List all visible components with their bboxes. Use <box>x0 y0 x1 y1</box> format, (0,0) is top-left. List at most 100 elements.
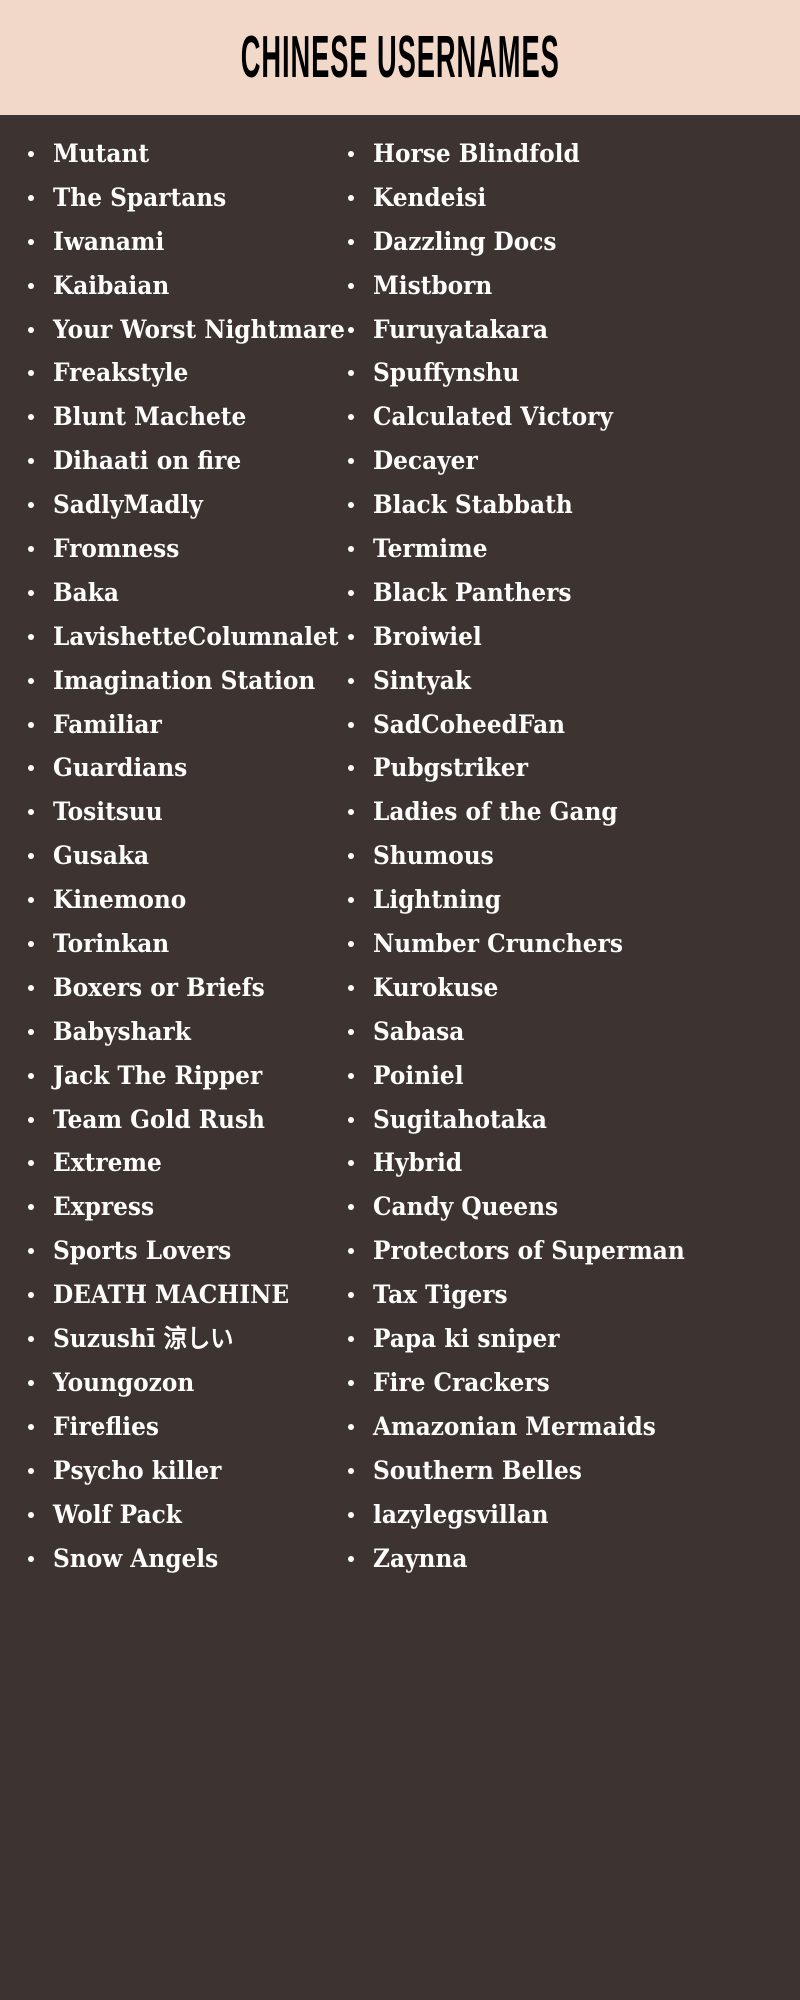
username-column-right: Horse Blindfold Kendeisi Dazzling Docs Mist… <box>332 132 800 2000</box>
list-item[interactable]: Ladies of the Gang <box>342 790 800 834</box>
list-item[interactable]: Dazzling Docs <box>342 220 800 264</box>
list-item[interactable]: Wolf Pack <box>22 1493 332 1537</box>
list-item[interactable]: Babyshark <box>22 1010 332 1054</box>
list-item[interactable]: Calculated Victory <box>342 395 800 439</box>
list-item[interactable]: Guardians <box>22 746 332 790</box>
username-label: Spuffynshu <box>373 358 520 388</box>
list-item[interactable]: Fireflies <box>22 1405 332 1449</box>
list-item[interactable]: Freakstyle <box>22 351 332 395</box>
list-item[interactable]: Jack The Ripper <box>22 1054 332 1098</box>
list-item[interactable]: Blunt Machete <box>22 395 332 439</box>
list-item[interactable]: Broiwiel <box>342 615 800 659</box>
list-item[interactable]: Pubgstriker <box>342 746 800 790</box>
username-label: Kurokuse <box>373 972 499 1002</box>
list-item[interactable]: Psycho killer <box>22 1449 332 1493</box>
list-item[interactable]: Sabasa <box>342 1010 800 1054</box>
list-item[interactable]: Poiniel <box>342 1054 800 1098</box>
list-item[interactable]: Dihaati on fire <box>22 439 332 483</box>
list-item[interactable]: Fire Crackers <box>342 1361 800 1405</box>
username-label: Baka <box>53 577 119 607</box>
bullet-icon <box>28 151 34 157</box>
list-item[interactable]: The Spartans <box>22 176 332 220</box>
list-item[interactable]: SadlyMadly <box>22 483 332 527</box>
list-item[interactable]: Horse Blindfold <box>342 132 800 176</box>
list-item[interactable]: Zaynna <box>342 1537 800 1581</box>
list-item[interactable]: Youngozon <box>22 1361 332 1405</box>
list-item[interactable]: Sports Lovers <box>22 1229 332 1273</box>
bullet-icon <box>28 458 34 465</box>
list-item[interactable]: Kaibaian <box>22 264 332 308</box>
list-item[interactable]: Baka <box>22 571 332 615</box>
bullet-icon <box>28 1511 34 1518</box>
list-item[interactable]: Your Worst Nightmare <box>22 308 345 352</box>
list-item[interactable]: Mistborn <box>342 264 800 308</box>
bullet-icon <box>348 1028 354 1035</box>
bullet-icon <box>348 853 354 860</box>
list-item[interactable]: Kinemono <box>22 878 332 922</box>
list-item[interactable]: Mutant <box>22 132 332 176</box>
list-item[interactable]: Protectors of Superman <box>342 1229 800 1273</box>
bullet-icon <box>28 1336 34 1343</box>
bullet-icon <box>28 765 34 772</box>
bullet-icon <box>28 414 34 421</box>
list-item[interactable]: Snow Angels <box>22 1537 332 1581</box>
list-item[interactable]: Sugitahotaka <box>342 1098 800 1142</box>
list-item[interactable]: SadCoheedFan <box>342 703 800 747</box>
username-label: Fire Crackers <box>373 1367 550 1397</box>
list-item[interactable]: Furuyatakara <box>342 308 800 352</box>
list-item[interactable]: Spuffynshu <box>342 351 800 395</box>
list-item[interactable]: Black Panthers <box>342 571 800 615</box>
username-label: Horse Blindfold <box>373 139 580 168</box>
list-item[interactable]: Express <box>22 1185 332 1229</box>
list-item[interactable]: Lightning <box>342 878 800 922</box>
list-item[interactable]: Boxers or Briefs <box>22 966 332 1010</box>
username-label: Mutant <box>53 139 150 168</box>
list-item[interactable]: Termime <box>342 527 800 571</box>
list-item[interactable]: Southern Belles <box>342 1449 800 1493</box>
username-label: Tax Tigers <box>373 1280 508 1310</box>
list-item[interactable]: Imagination Station <box>22 659 332 703</box>
username-column-left: Mutant The Spartans Iwanami Kaibaian Your Wo… <box>0 132 345 2000</box>
list-item[interactable]: lazylegsvillan <box>342 1493 800 1537</box>
list-item[interactable]: Tax Tigers <box>342 1273 800 1317</box>
username-label: Mistborn <box>373 270 493 300</box>
list-item[interactable]: LavishetteColumnalet <box>22 615 338 659</box>
username-label: Dazzling Docs <box>373 226 557 256</box>
list-item[interactable]: Familiar <box>22 703 332 747</box>
list-body: Mutant The Spartans Iwanami Kaibaian Your Wo… <box>0 118 800 2000</box>
list-item[interactable]: Kendeisi <box>342 176 800 220</box>
list-item[interactable]: DEATH MACHINE <box>22 1273 332 1317</box>
list-item[interactable]: Tositsuu <box>22 790 332 834</box>
username-label: Guardians <box>53 753 188 783</box>
list-item[interactable]: Amazonian Mermaids <box>342 1405 800 1449</box>
username-label: Kaibaian <box>53 270 170 300</box>
bullet-icon <box>348 238 354 245</box>
list-item[interactable]: Black Stabbath <box>342 483 800 527</box>
list-item[interactable]: Number Crunchers <box>342 922 800 966</box>
list-item[interactable]: Hybrid <box>342 1141 800 1185</box>
list-item[interactable]: Iwanami <box>22 220 332 264</box>
bullet-icon <box>28 502 34 509</box>
username-label: Black Stabbath <box>373 490 573 520</box>
list-item[interactable]: Extreme <box>22 1141 332 1185</box>
username-label: Wolf Pack <box>53 1499 182 1529</box>
page-title: CHINESE USERNAMES <box>240 23 560 90</box>
list-item[interactable]: Sintyak <box>342 659 800 703</box>
list-item[interactable]: Fromness <box>22 527 332 571</box>
bullet-icon <box>348 677 354 684</box>
list-item[interactable]: Team Gold Rush <box>22 1098 332 1142</box>
list-item[interactable]: Papa ki sniper <box>342 1317 800 1361</box>
list-item[interactable]: Suzushī 涼しい <box>22 1317 332 1361</box>
list-item[interactable]: Candy Queens <box>342 1185 800 1229</box>
list-item[interactable]: Torinkan <box>22 922 332 966</box>
username-label: Sports Lovers <box>53 1236 232 1266</box>
bullet-icon <box>348 1379 354 1386</box>
username-label: SadCoheedFan <box>373 709 566 739</box>
list-item[interactable]: Kurokuse <box>342 966 800 1010</box>
bullet-icon <box>348 1072 354 1079</box>
username-label: Southern Belles <box>373 1455 582 1485</box>
list-item[interactable]: Gusaka <box>22 834 332 878</box>
list-item[interactable]: Shumous <box>342 834 800 878</box>
list-item[interactable]: Decayer <box>342 439 800 483</box>
username-label: Boxers or Briefs <box>53 972 265 1002</box>
